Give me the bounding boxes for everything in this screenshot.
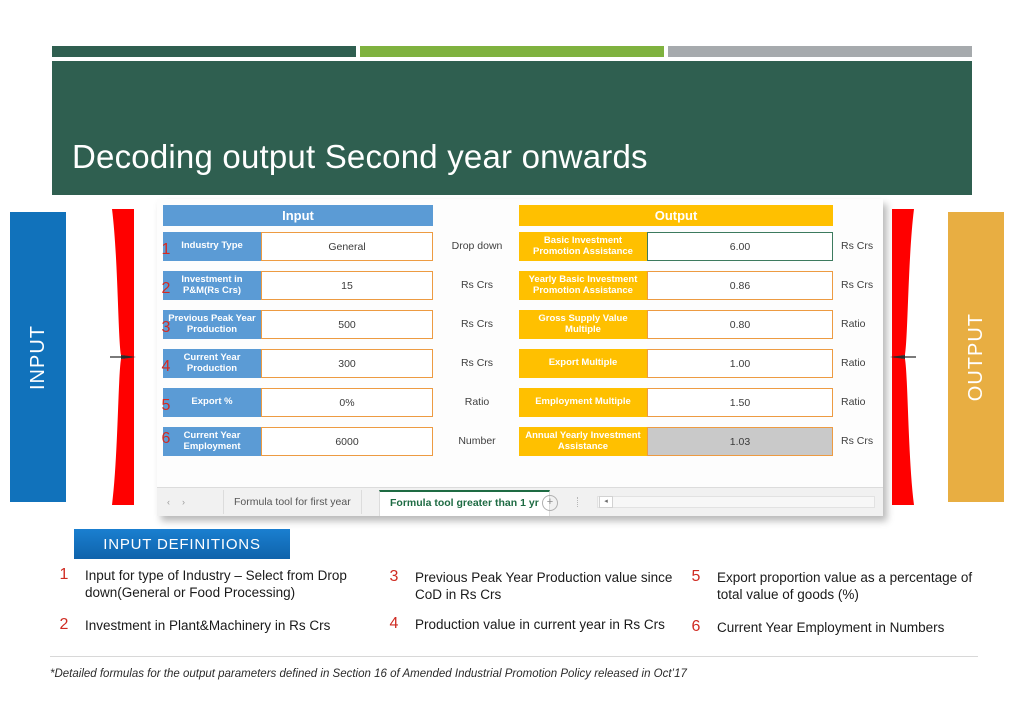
definition-number: 6 [691, 618, 701, 635]
top-accent-bar-dark-green [52, 46, 356, 57]
definition-text: Previous Peak Year Production value sinc… [415, 570, 673, 603]
horizontal-scrollbar[interactable] [597, 496, 875, 508]
output-row-value[interactable]: 0.86 [647, 271, 833, 300]
input-row: Current Year Employment 6000 Number [163, 427, 503, 456]
input-row-label: Current Year Production [163, 349, 261, 378]
input-row-value[interactable]: 15 [261, 271, 433, 300]
right-brace-icon [888, 207, 918, 507]
output-row-label: Basic Investment Promotion Assistance [519, 232, 647, 261]
scroll-left-icon[interactable]: ◂ [599, 496, 613, 508]
input-index-marker: 6 [161, 430, 171, 447]
input-row-unit: Rs Crs [460, 317, 494, 330]
top-accent-bar-light-green [360, 46, 664, 57]
page-title: Decoding output Second year onwards [72, 138, 648, 175]
input-row-value[interactable]: 500 [261, 310, 433, 339]
input-index-marker: 2 [161, 280, 171, 297]
output-row-unit: Rs Crs [841, 239, 874, 252]
definition-number: 4 [389, 615, 399, 632]
input-row-unit: Number [458, 434, 496, 447]
output-row-label: Annual Yearly Investment Assistance [519, 427, 647, 456]
output-row-unit: Ratio [841, 395, 866, 408]
output-table-header: Output [519, 205, 833, 226]
output-row-value[interactable]: 1.00 [647, 349, 833, 378]
input-row: Industry Type General Drop down [163, 232, 503, 261]
definition-number: 5 [691, 568, 701, 585]
input-definitions-heading: INPUT DEFINITIONS [74, 529, 290, 559]
output-row-label: Employment Multiple [519, 388, 647, 417]
sheet-tab-greater-than-1yr[interactable]: Formula tool greater than 1 yr [379, 490, 550, 516]
output-row-value[interactable]: 6.00 [647, 232, 833, 261]
tab-next-icon[interactable]: › [182, 497, 185, 507]
input-table-header: Input [163, 205, 433, 226]
definition-text: Production value in current year in Rs C… [415, 617, 665, 632]
side-banner-input-label: INPUT [26, 324, 49, 390]
side-banner-output-label: OUTPUT [964, 312, 987, 402]
output-row: Employment Multiple 1.50 Ratio [519, 388, 879, 417]
input-row-value[interactable]: 300 [261, 349, 433, 378]
output-row-unit: Ratio [841, 317, 866, 330]
spreadsheet-grid[interactable]: Input Output Industry Type General Drop do… [157, 199, 883, 487]
input-index-marker: 4 [161, 358, 171, 375]
scroll-grip-icon[interactable] [577, 497, 580, 507]
output-row-unit: Ratio [841, 356, 866, 369]
left-brace-icon [108, 207, 138, 507]
input-row-unit: Rs Crs [460, 356, 494, 369]
input-row: Previous Peak Year Production 500 Rs Crs [163, 310, 503, 339]
definition-text: Export proportion value as a percentage … [717, 570, 973, 603]
add-sheet-icon[interactable]: + [542, 495, 558, 511]
input-row-label: Investment in P&M(Rs Crs) [163, 271, 261, 300]
input-index-marker: 3 [161, 319, 171, 336]
input-row-unit: Rs Crs [460, 278, 494, 291]
footnote-text: *Detailed formulas for the output parame… [50, 668, 687, 680]
definition-number: 3 [389, 568, 399, 585]
input-row-unit: Drop down [451, 239, 503, 252]
output-row: Annual Yearly Investment Assistance 1.03 R… [519, 427, 879, 456]
tab-prev-icon[interactable]: ‹ [167, 497, 170, 507]
definition-text: Investment in Plant&Machinery in Rs Crs [85, 618, 331, 633]
input-row-label: Previous Peak Year Production [163, 310, 261, 339]
input-row-label: Industry Type [163, 232, 261, 261]
slide-canvas: Decoding output Second year onwards INPU… [0, 0, 1024, 726]
output-row: Basic Investment Promotion Assistance 6.0… [519, 232, 879, 261]
output-row-unit: Rs Crs [841, 434, 874, 447]
output-row: Gross Supply Value Multiple 0.80 Ratio [519, 310, 879, 339]
spreadsheet-window[interactable]: Input Output Industry Type General Drop do… [157, 199, 883, 516]
top-accent-bar-gray [668, 46, 972, 57]
output-row-unit: Rs Crs [841, 278, 874, 291]
output-row-label: Gross Supply Value Multiple [519, 310, 647, 339]
input-row-value[interactable]: 6000 [261, 427, 433, 456]
side-banner-output: OUTPUT [948, 212, 1004, 502]
output-row-value[interactable]: 1.50 [647, 388, 833, 417]
output-row-value[interactable]: 0.80 [647, 310, 833, 339]
output-row: Yearly Basic Investment Promotion Assist… [519, 271, 879, 300]
input-row-label: Export % [163, 388, 261, 417]
input-row-unit: Ratio [464, 395, 490, 408]
output-row-value[interactable]: 1.03 [647, 427, 833, 456]
sheet-tab-bar: ‹ › Formula tool for first year Formula … [157, 487, 883, 516]
input-index-marker: 5 [161, 397, 171, 414]
definition-number: 1 [59, 566, 69, 583]
footnote-divider [50, 656, 978, 657]
output-row-label: Export Multiple [519, 349, 647, 378]
definition-text: Current Year Employment in Numbers [717, 620, 945, 635]
definition-number: 2 [59, 616, 69, 633]
output-row-label: Yearly Basic Investment Promotion Assist… [519, 271, 647, 300]
input-row-value[interactable]: General [261, 232, 433, 261]
sheet-tab-nav[interactable]: ‹ › [161, 493, 213, 511]
sheet-tab-first-year[interactable]: Formula tool for first year [223, 490, 362, 514]
input-index-marker: 1 [161, 241, 171, 258]
definition-text: Input for type of Industry – Select from… [85, 568, 347, 601]
input-row-label: Current Year Employment [163, 427, 261, 456]
output-row: Export Multiple 1.00 Ratio [519, 349, 879, 378]
input-row: Investment in P&M(Rs Crs) 15 Rs Crs [163, 271, 503, 300]
input-row: Export % 0% Ratio [163, 388, 503, 417]
input-row-value[interactable]: 0% [261, 388, 433, 417]
input-row: Current Year Production 300 Rs Crs [163, 349, 503, 378]
side-banner-input: INPUT [10, 212, 66, 502]
